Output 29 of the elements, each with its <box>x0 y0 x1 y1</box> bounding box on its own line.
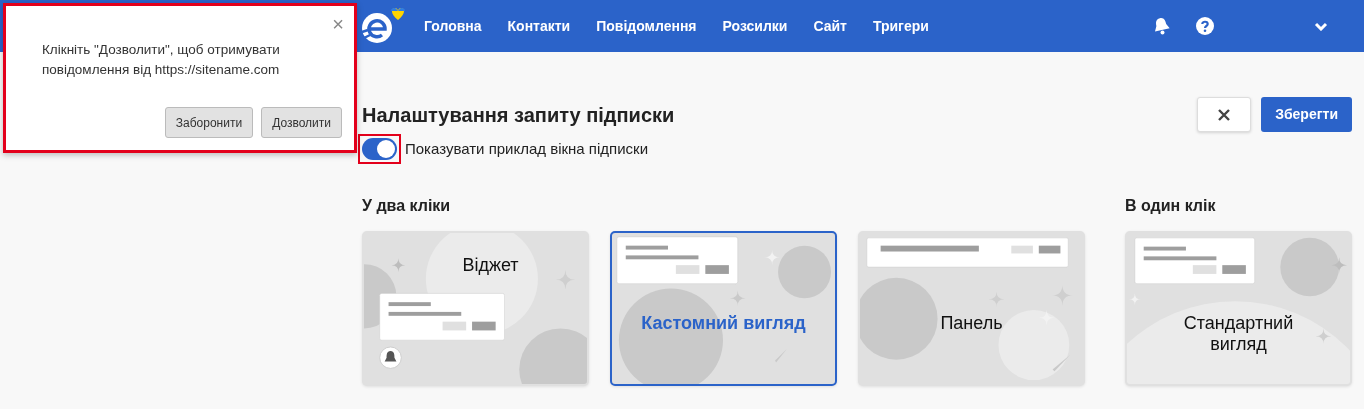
option-label: Стандартний вигляд <box>1182 313 1295 356</box>
help-icon[interactable] <box>1196 17 1214 35</box>
option-label: Панель <box>939 313 1004 335</box>
nav-link[interactable]: Розсилки <box>722 15 788 37</box>
nav-link[interactable]: Тригери <box>872 15 929 37</box>
option-label: Віджет <box>461 255 520 277</box>
popup-button[interactable]: Дозволити <box>261 107 342 138</box>
page-title: Налаштування запиту підписки <box>362 102 675 127</box>
layout-option-card[interactable]: Стандартний вигляд <box>1125 231 1352 387</box>
close-button[interactable]: × <box>332 14 344 34</box>
close-icon <box>1218 108 1231 121</box>
section-heading: У два кліки <box>362 196 452 216</box>
option-label: Кастомний вигляд <box>640 313 807 335</box>
cancel-button[interactable] <box>1197 97 1252 132</box>
toggle-label: Показувати приклад вікна підписки <box>405 138 649 159</box>
save-button[interactable]: Зберегти <box>1261 97 1352 132</box>
layout-option-card[interactable]: Кастомний вигляд <box>610 231 837 387</box>
logo-icon[interactable] <box>360 6 408 46</box>
popup-message: Клікніть "Дозволити", щоб отримувати повідомлення від https://sitename.com <box>42 41 281 79</box>
layout-option-card[interactable]: Віджет <box>362 231 589 387</box>
nav-link[interactable]: Повідомлення <box>596 15 697 37</box>
popup-button[interactable]: Заборонити <box>164 107 254 138</box>
section-heading: В один клік <box>1125 196 1217 216</box>
nav-link[interactable]: Головна <box>424 15 482 37</box>
nav-link[interactable]: Контакти <box>507 15 571 37</box>
bell-icon[interactable] <box>1153 17 1170 35</box>
chevron-down-icon[interactable] <box>1314 21 1328 31</box>
layout-option-card[interactable]: Панель <box>858 231 1085 387</box>
nav-link[interactable]: Сайт <box>813 15 847 37</box>
